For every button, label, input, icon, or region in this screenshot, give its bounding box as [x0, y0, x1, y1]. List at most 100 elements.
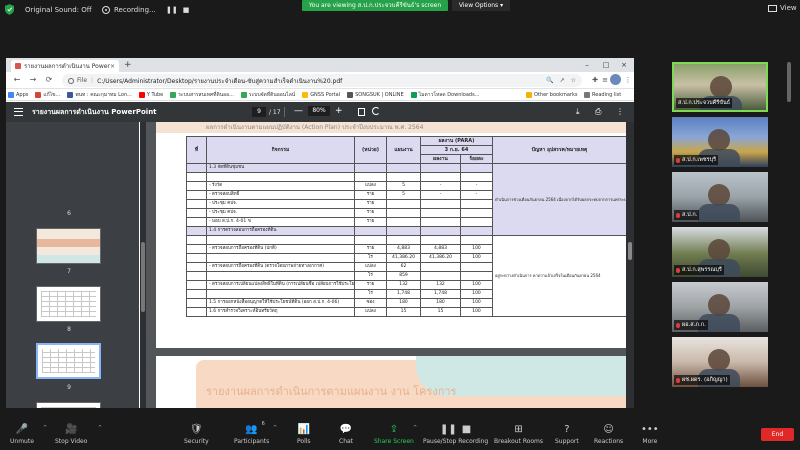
new-tab-button[interactable]: +	[124, 61, 132, 70]
print-icon[interactable]: ⎙	[595, 107, 601, 117]
view-button[interactable]: View	[768, 4, 797, 12]
zoom-in-button[interactable]: +	[335, 106, 343, 116]
url-input[interactable]: File | C:/Users/Administrator/Desktop/รา…	[62, 74, 582, 87]
maximize-button[interactable]: □	[598, 59, 614, 71]
original-sound-toggle[interactable]: Original Sound: Off	[25, 3, 92, 17]
bookmark-item[interactable]: Y Tube	[138, 91, 163, 98]
bookmark-favicon-icon	[170, 91, 177, 98]
gallery-scroll-thumb[interactable]	[787, 62, 791, 102]
cell-percent	[460, 262, 493, 272]
participant-name-tag: ส.ป.ก.เพชรบุรี	[674, 155, 719, 165]
breakout-rooms-button[interactable]: ⊞ Breakout Rooms	[494, 421, 543, 446]
more-options-icon[interactable]: ⋮	[616, 107, 624, 117]
bookmark-apps[interactable]: Apps	[8, 91, 28, 98]
pdf-scrollbar[interactable]	[626, 122, 634, 408]
support-button[interactable]: ? Support	[555, 421, 579, 446]
cell-output: 15	[420, 307, 461, 317]
participants-options-caret[interactable]: ^	[273, 425, 277, 431]
back-button[interactable]: ←	[12, 75, 22, 85]
minimize-button[interactable]: –	[579, 59, 595, 71]
shield-icon[interactable]	[5, 4, 14, 15]
cell-unit: ราย	[354, 280, 387, 290]
thumbnail-page[interactable]	[36, 286, 101, 322]
cell-output	[420, 172, 461, 182]
share-options-caret[interactable]: ^	[413, 425, 417, 431]
pdf-document-title: รายงานผลการดำเนินงาน PowerPoint	[32, 108, 157, 116]
end-meeting-button[interactable]: End	[761, 428, 794, 441]
participants-button[interactable]: 👥 6 Participants	[234, 421, 269, 445]
bookmark-item[interactable]: ระบบสารสนเทศที่ดินออ...	[170, 91, 234, 99]
reactions-button[interactable]: ☺ Reactions	[594, 421, 623, 446]
zoom-controls: — 80% +	[294, 106, 343, 116]
thumbnail-number: 6	[67, 210, 71, 217]
forward-button[interactable]: →	[28, 75, 38, 85]
bookmark-item[interactable]: พนท : คณะกุมาทม Lon...	[67, 91, 132, 99]
cell-no	[186, 280, 207, 290]
info-icon[interactable]	[68, 77, 74, 84]
thumbnail-sidebar: 6 7 8 9	[6, 122, 139, 408]
fit-page-icon[interactable]	[358, 108, 365, 116]
thumbnail-page-selected[interactable]	[36, 343, 101, 379]
close-tab-icon[interactable]: ×	[110, 63, 115, 70]
hamburger-menu-icon[interactable]	[14, 108, 23, 116]
search-icon[interactable]: 🔍	[546, 77, 553, 84]
download-icon[interactable]: ⤓	[576, 107, 580, 117]
bookmark-item[interactable]: แก้ไข...	[35, 91, 60, 99]
viewing-screen-banner: You are viewing ส.ป.ก.ประจวบคีรีขันธ์'s …	[302, 0, 448, 11]
bookmark-item[interactable]: ไมดาวโหลด Downloads...	[410, 91, 479, 99]
cell-percent	[460, 226, 493, 236]
window-close-button[interactable]: ×	[616, 59, 632, 71]
stop-video-button[interactable]: 🎥 Stop Video	[55, 421, 87, 446]
col-header-result: ผลงาน (PARA)	[420, 136, 493, 146]
share-screen-button[interactable]: ⇪ Share Screen	[374, 421, 414, 446]
sidebar-scroll-thumb[interactable]	[141, 242, 145, 312]
thumbnail-page[interactable]	[36, 228, 101, 264]
zoom-out-button[interactable]: —	[294, 106, 303, 116]
participant-video[interactable]: ส.ป.ก.	[672, 172, 768, 222]
browser-tab[interactable]: รายงานผลการดำเนินงาน PowerPoint ×	[11, 60, 119, 72]
security-button[interactable]: 🛡 Security	[184, 421, 209, 446]
pause-stop-recording-button[interactable]: ❚❚ ■ Pause/Stop Recording	[423, 421, 488, 446]
pdf-scroll-thumb[interactable]	[628, 242, 632, 260]
video-options-caret[interactable]: ^	[98, 425, 102, 431]
participant-name: ส.ป.ก.สุพรรณบุรี	[682, 267, 722, 273]
cell-unit: แปลง	[354, 262, 387, 272]
rotate-icon[interactable]	[372, 107, 380, 115]
participant-video[interactable]: ส.ป.ก.ประจวบคีรีขันธ์	[672, 62, 768, 112]
page-number-input[interactable]: 9	[252, 107, 266, 117]
mic-muted-icon	[676, 377, 680, 383]
reading-list-icon[interactable]: ≡	[600, 75, 610, 85]
share-icon[interactable]: ↗	[560, 77, 565, 84]
profile-avatar[interactable]	[610, 74, 621, 85]
bookmark-item[interactable]: SONGSUK | ONLINE	[347, 91, 404, 98]
page-indicator: 9 / 17	[252, 107, 281, 117]
thumbnail-page[interactable]	[36, 402, 101, 408]
audio-options-caret[interactable]: ^	[43, 425, 47, 431]
view-options-button[interactable]: View Options ▾	[452, 0, 510, 11]
more-label: More	[642, 438, 658, 445]
thumbnail-banner	[37, 239, 100, 247]
chat-button[interactable]: 💬 Chat	[339, 421, 353, 446]
bookmark-star-icon[interactable]: ☆	[571, 77, 576, 84]
extensions-icon[interactable]: ✚	[590, 75, 600, 85]
stop-recording-button[interactable]: ■	[181, 5, 191, 15]
unmute-button[interactable]: 🎤 Unmute	[10, 421, 34, 446]
cell-plan: 5	[386, 181, 421, 191]
participant-video[interactable]: ส.ป.ก.เพชรบุรี	[672, 117, 768, 167]
bookmark-item[interactable]: GNSS Portal	[302, 91, 340, 98]
reload-button[interactable]: ⟳	[44, 75, 54, 85]
browser-menu-icon[interactable]: ⋮	[623, 75, 633, 85]
other-bookmarks[interactable]: Other bookmarks	[526, 92, 577, 98]
gallery-scrollbar[interactable]	[786, 62, 792, 408]
reading-list[interactable]: Reading list	[584, 92, 621, 98]
pause-recording-button[interactable]: ❚❚	[166, 5, 178, 15]
polls-button[interactable]: 📊 Polls	[297, 421, 311, 446]
browser-address-bar: ← → ⟳ File | C:/Users/Administrator/Desk…	[6, 72, 634, 89]
more-button[interactable]: ••• More	[641, 421, 659, 446]
cell-no	[186, 307, 207, 317]
zoom-level-input[interactable]: 80%	[308, 106, 330, 116]
participant-video[interactable]: ผช.ผดร. (อภิญญา)	[672, 337, 768, 387]
participant-video[interactable]: ส.ป.ก.สุพรรณบุรี	[672, 227, 768, 277]
participant-video[interactable]: ผอ.ส.ภ.ก.	[672, 282, 768, 332]
bookmark-item[interactable]: ระบบจัดที่ดินออนไลน์	[240, 91, 295, 99]
